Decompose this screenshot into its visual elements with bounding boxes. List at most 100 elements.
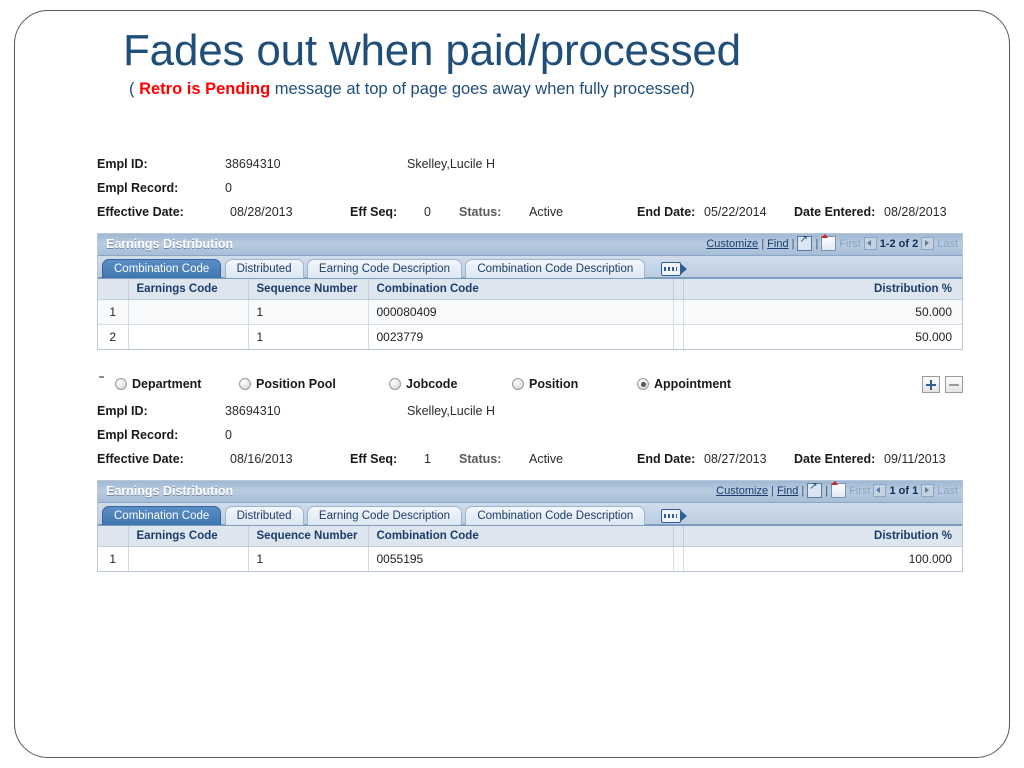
show-all-columns-icon[interactable] <box>660 262 687 276</box>
nav-sep-a-2: | <box>771 484 774 497</box>
date-entered-label-1: Date Entered: <box>794 205 876 219</box>
find-link-1[interactable]: Find <box>767 238 788 250</box>
tab-distributed-2[interactable]: Distributed <box>224 506 304 525</box>
empl-id-label-1: Empl ID: <box>97 157 148 171</box>
eff-seq-label-1: Eff Seq: <box>350 205 398 219</box>
delete-row-button[interactable] <box>945 376 963 393</box>
tab-combination-code-description-2[interactable]: Combination Code Description <box>465 506 646 525</box>
col-spacer-1 <box>673 279 684 300</box>
tab-earning-code-description-2[interactable]: Earning Code Description <box>306 506 462 525</box>
subtitle: ( Retro is Pending message at top of pag… <box>129 80 983 99</box>
show-all-columns-icon[interactable] <box>660 509 687 523</box>
cell-earnings-code-1-1[interactable] <box>128 299 249 325</box>
status-label-1: Status: <box>459 205 502 219</box>
col-sequence-number-2[interactable]: Sequence Number <box>248 526 369 547</box>
employee-block-2: Empl ID: 38694310 Skelley,Lucile H Empl … <box>97 404 965 572</box>
radio-position-dot[interactable] <box>512 378 524 390</box>
date-entered-value-1: 08/28/2013 <box>884 205 947 219</box>
status-value-2: Active <box>529 452 564 466</box>
radio-department[interactable]: Department <box>115 377 201 391</box>
previous-page-arrow-icon[interactable] <box>863 237 877 250</box>
col-rownum-2 <box>98 526 129 547</box>
eff-seq-value-1: 0 <box>424 205 431 219</box>
radio-position-pool-dot[interactable] <box>239 378 251 390</box>
radio-position-pool[interactable]: Position Pool <box>239 377 336 391</box>
effective-date-label-1: Effective Date: <box>97 205 184 219</box>
grid-header-bar-2: Earnings Distribution Customize | Find |… <box>98 481 962 503</box>
collapse-tick-icon <box>99 376 104 378</box>
add-row-button[interactable] <box>922 376 940 393</box>
view-all-expand-icon[interactable] <box>797 234 813 251</box>
next-page-arrow-icon[interactable] <box>921 237 935 250</box>
nav-sep-a-1: | <box>761 237 765 250</box>
cell-sequence-number-1-2[interactable]: 1 <box>248 324 369 349</box>
radio-position[interactable]: Position <box>512 377 578 391</box>
cell-distribution-pct-1-2[interactable]: 50.000 <box>683 324 962 349</box>
col-earnings-code-2[interactable]: Earnings Code <box>128 526 249 547</box>
last-link-1[interactable]: Last <box>937 238 958 250</box>
earnings-distribution-grid-1: Earnings Distribution Customize | Find |… <box>97 233 963 350</box>
cell-earnings-code-1-2[interactable] <box>128 324 249 349</box>
col-combination-code-1[interactable]: Combination Code <box>368 279 674 300</box>
tab-distributed-1[interactable]: Distributed <box>224 259 304 278</box>
radio-appointment-dot[interactable] <box>637 378 649 390</box>
cell-combination-code-2-1[interactable]: 0055195 <box>368 546 674 571</box>
subtitle-rest: message at top of page goes away when fu… <box>270 80 695 98</box>
status-value-1: Active <box>529 205 564 219</box>
col-distribution-pct-2[interactable]: Distribution % <box>683 526 962 547</box>
radio-jobcode-dot[interactable] <box>389 378 401 390</box>
row-count-1: 1-2 of 2 <box>879 237 919 250</box>
tab-earning-code-description-1[interactable]: Earning Code Description <box>306 259 462 278</box>
cell-sequence-number-2-1[interactable]: 1 <box>248 546 369 571</box>
table-row[interactable]: 2 1 0023779 50.000 <box>98 324 962 349</box>
find-link-2[interactable]: Find <box>777 485 798 497</box>
next-page-arrow-icon[interactable] <box>921 484 935 497</box>
end-date-value-1: 05/22/2014 <box>704 205 767 219</box>
earnings-distribution-grid-2: Earnings Distribution Customize | Find |… <box>97 480 963 572</box>
row-number-1-1: 1 <box>98 299 129 325</box>
cell-earnings-code-2-1[interactable] <box>128 546 249 571</box>
customize-link-1[interactable]: Customize <box>706 238 758 250</box>
date-entered-value-2: 09/11/2013 <box>884 452 946 466</box>
tab-combination-code-2[interactable]: Combination Code <box>102 506 222 525</box>
radio-appointment[interactable]: Appointment <box>637 377 731 391</box>
effective-date-line-1: Effective Date: 08/28/2013 Eff Seq: 0 St… <box>97 205 965 233</box>
grid-header-bar-1: Earnings Distribution Customize | Find |… <box>98 234 962 256</box>
subtitle-highlight: Retro is Pending <box>139 80 271 98</box>
customize-link-2[interactable]: Customize <box>716 485 768 497</box>
radio-jobcode[interactable]: Jobcode <box>389 377 457 391</box>
cell-combination-code-1-2[interactable]: 0023779 <box>368 324 674 349</box>
radio-position-pool-label: Position Pool <box>256 377 336 391</box>
col-distribution-pct-1[interactable]: Distribution % <box>683 279 962 300</box>
table-row[interactable]: 1 1 000080409 50.000 <box>98 299 962 325</box>
download-to-excel-icon[interactable] <box>821 234 837 251</box>
col-sequence-number-1[interactable]: Sequence Number <box>248 279 369 300</box>
previous-page-arrow-icon[interactable] <box>873 484 887 497</box>
cell-distribution-pct-1-1[interactable]: 50.000 <box>683 299 962 325</box>
first-link-1[interactable]: First <box>839 238 860 250</box>
table-row[interactable]: 1 1 0055195 100.000 <box>98 546 962 571</box>
empl-record-value-1: 0 <box>225 181 232 195</box>
nav-sep-b-1: | <box>791 237 795 250</box>
tab-combination-code-1[interactable]: Combination Code <box>102 259 222 278</box>
show-all-columns-arrow <box>679 510 687 522</box>
grid-title-1: Earnings Distribution <box>106 237 234 251</box>
cell-combination-code-1-1[interactable]: 000080409 <box>368 299 674 325</box>
last-link-2[interactable]: Last <box>937 485 958 497</box>
employee-name-1: Skelley,Lucile H <box>407 157 496 171</box>
cell-distribution-pct-2-1[interactable]: 100.000 <box>683 546 962 571</box>
grid-title-2: Earnings Distribution <box>106 484 234 498</box>
tab-combination-code-description-1[interactable]: Combination Code Description <box>465 259 646 278</box>
show-all-columns-box <box>660 509 681 523</box>
effective-date-value-1: 08/28/2013 <box>230 205 293 219</box>
page-title: Fades out when paid/processed <box>123 26 741 75</box>
empl-record-value-2: 0 <box>225 428 232 442</box>
first-link-2[interactable]: First <box>849 485 870 497</box>
download-to-excel-icon[interactable] <box>831 481 847 498</box>
cell-sequence-number-1-1[interactable]: 1 <box>248 299 369 325</box>
cell-spacer-2-1 <box>673 546 684 571</box>
col-earnings-code-1[interactable]: Earnings Code <box>128 279 249 300</box>
radio-department-dot[interactable] <box>115 378 127 390</box>
col-combination-code-2[interactable]: Combination Code <box>368 526 674 547</box>
view-all-expand-icon[interactable] <box>807 481 823 498</box>
